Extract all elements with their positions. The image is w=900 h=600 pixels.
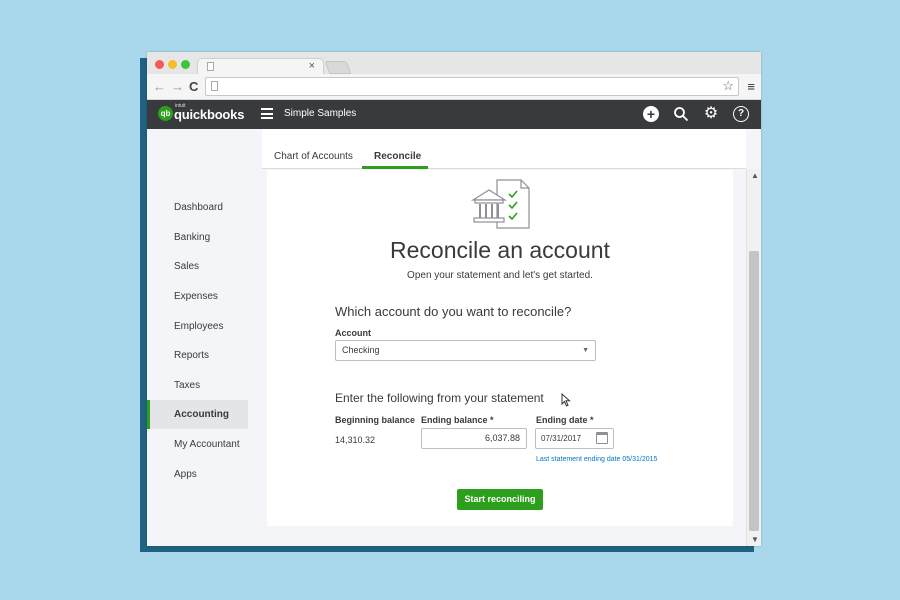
new-tab-button[interactable] xyxy=(324,61,352,74)
sidebar-item-employees[interactable]: Employees xyxy=(147,312,248,341)
browser-window: × ← → C ☆ ≡ qb intuit quickbooks Simple … xyxy=(147,52,761,546)
address-bar[interactable]: ☆ xyxy=(205,77,739,96)
account-label: Account xyxy=(335,328,371,338)
maximize-window-button[interactable] xyxy=(181,60,190,69)
ending-date-label: Ending date * xyxy=(536,415,594,425)
create-plus-icon[interactable]: + xyxy=(643,106,659,122)
minimize-window-button[interactable] xyxy=(168,60,177,69)
ending-date-value: 07/31/2017 xyxy=(541,434,582,443)
bookmark-star-icon[interactable]: ☆ xyxy=(722,78,734,94)
quickbooks-logo-text[interactable]: quickbooks xyxy=(174,107,244,122)
tab-chart-of-accounts[interactable]: Chart of Accounts xyxy=(274,151,353,162)
ending-balance-label: Ending balance * xyxy=(421,415,494,425)
sidebar-item-expenses[interactable]: Expenses xyxy=(147,282,248,311)
statement-question: Enter the following from your statement xyxy=(335,391,544,405)
sidebar-item-dashboard[interactable]: Dashboard xyxy=(147,193,248,222)
sidebar-item-banking[interactable]: Banking xyxy=(147,223,248,252)
reconcile-card: Reconcile an account Open your statement… xyxy=(267,170,733,526)
sidebar: Dashboard Banking Sales Expenses Employe… xyxy=(147,129,262,546)
scroll-down-arrow-icon[interactable]: ▼ xyxy=(751,535,759,544)
last-statement-link[interactable]: Last statement ending date 05/31/2015 xyxy=(536,456,657,463)
hamburger-menu-icon[interactable] xyxy=(261,108,273,119)
browser-tab[interactable]: × xyxy=(197,58,324,74)
mouse-cursor-icon xyxy=(561,393,571,407)
page-icon xyxy=(207,62,214,71)
scrollbar[interactable]: ▲ ▼ xyxy=(746,169,761,546)
sidebar-item-my-accountant[interactable]: My Accountant xyxy=(147,430,248,459)
beginning-balance-label: Beginning balance xyxy=(335,415,416,425)
gear-icon[interactable]: ⚙ xyxy=(703,106,719,122)
browser-menu-icon[interactable]: ≡ xyxy=(747,79,755,94)
reload-icon[interactable]: C xyxy=(189,79,198,94)
app-header: qb intuit quickbooks Simple Samples + ⚙ … xyxy=(147,100,761,129)
start-reconciling-button[interactable]: Start reconciling xyxy=(457,489,543,510)
sidebar-item-accounting[interactable]: Accounting xyxy=(147,400,248,429)
chevron-down-icon: ▼ xyxy=(582,347,589,354)
account-question: Which account do you want to reconcile? xyxy=(335,304,572,319)
sidebar-item-sales[interactable]: Sales xyxy=(147,252,248,281)
sidebar-item-apps[interactable]: Apps xyxy=(147,460,248,489)
page-icon xyxy=(211,81,218,91)
scroll-thumb[interactable] xyxy=(749,251,759,531)
page-subtitle: Open your statement and let's get starte… xyxy=(407,270,593,281)
beginning-balance-value: 14,310.32 xyxy=(335,435,376,445)
account-select-value: Checking xyxy=(342,345,380,355)
forward-arrow-icon[interactable]: → xyxy=(171,79,184,94)
quickbooks-logo-icon: qb xyxy=(158,106,173,121)
page-title: Reconcile an account xyxy=(390,237,610,263)
company-name: Simple Samples xyxy=(284,108,357,119)
bank-checklist-icon xyxy=(471,179,530,229)
tabs-bar: Chart of Accounts Reconcile xyxy=(262,129,746,169)
tab-close-icon[interactable]: × xyxy=(309,60,315,72)
ending-date-input[interactable]: 07/31/2017 xyxy=(535,428,614,449)
account-select[interactable]: Checking ▼ xyxy=(335,340,596,361)
scroll-up-arrow-icon[interactable]: ▲ xyxy=(751,171,759,180)
search-icon[interactable] xyxy=(673,106,689,122)
browser-titlebar: × xyxy=(147,52,761,74)
calendar-icon[interactable] xyxy=(596,432,608,444)
close-window-button[interactable] xyxy=(155,60,164,69)
browser-toolbar: ← → C ☆ ≡ xyxy=(147,74,761,100)
tab-reconcile[interactable]: Reconcile xyxy=(374,151,421,162)
sidebar-item-reports[interactable]: Reports xyxy=(147,341,248,370)
active-tab-indicator xyxy=(362,166,428,169)
back-arrow-icon[interactable]: ← xyxy=(153,79,166,94)
ending-balance-input[interactable]: 6,037.88 xyxy=(421,428,527,449)
help-icon[interactable]: ? xyxy=(733,106,749,122)
sidebar-item-taxes[interactable]: Taxes xyxy=(147,371,248,400)
main-content: Chart of Accounts Reconcile Reconcile an… xyxy=(262,129,761,546)
